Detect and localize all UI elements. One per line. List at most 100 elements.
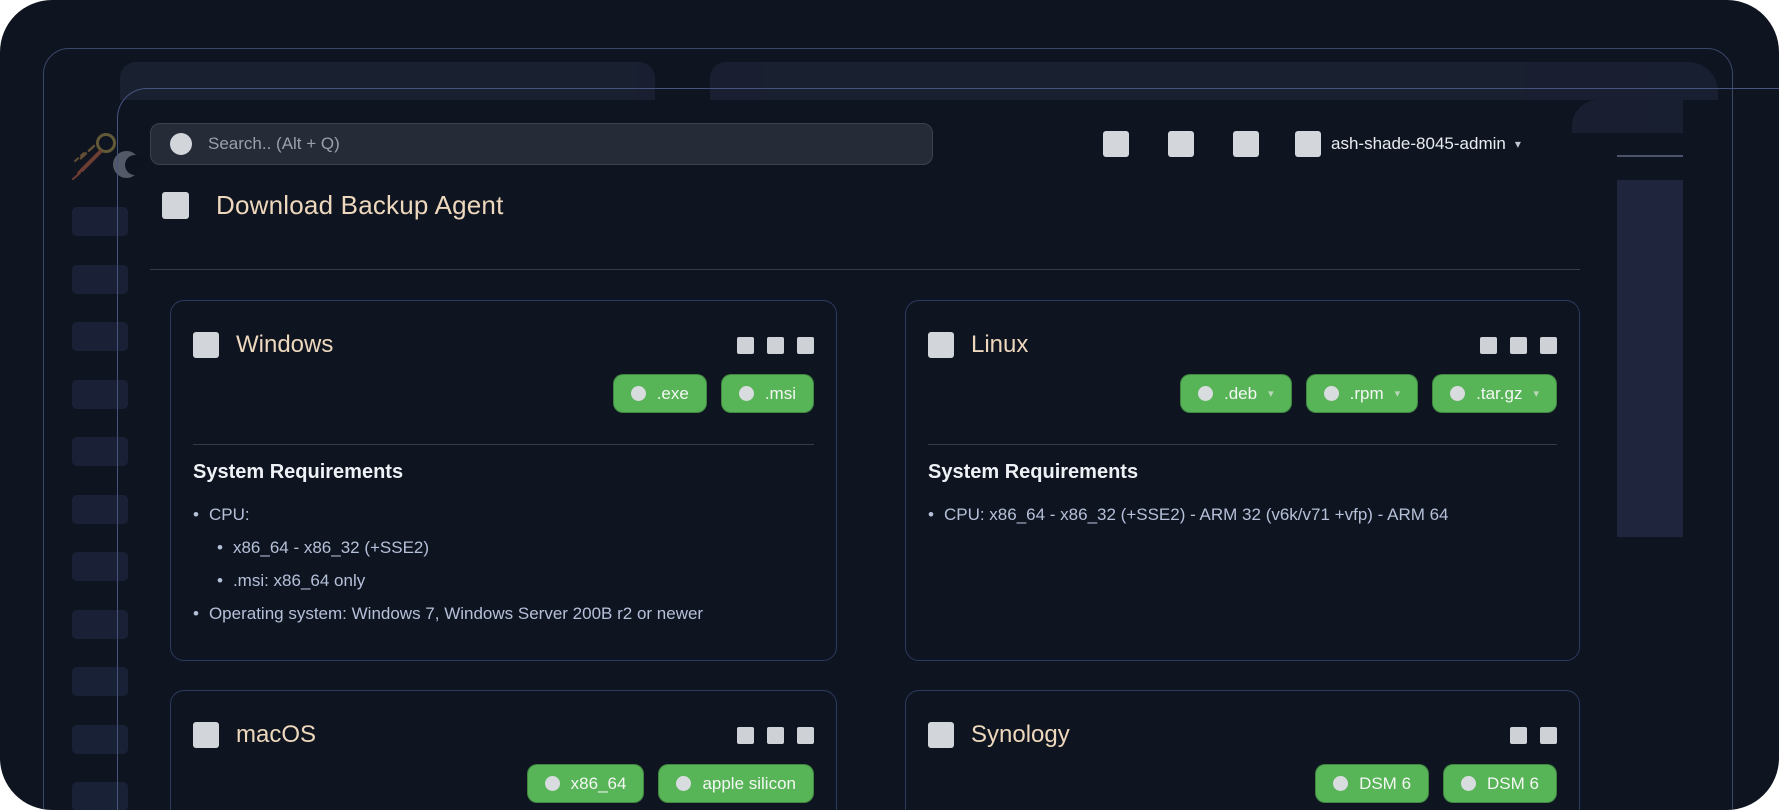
right-panel-skeleton <box>1572 100 1683 133</box>
search-bar[interactable] <box>150 123 933 165</box>
topbar-placeholder-icon[interactable] <box>1168 131 1194 157</box>
package-icon <box>545 776 560 791</box>
download-button-label: .msi <box>765 384 796 404</box>
download-button[interactable]: x86_64 <box>527 764 645 803</box>
bullet-icon: • <box>928 498 934 531</box>
card-action-placeholder-icon[interactable] <box>1480 337 1497 354</box>
download-button-label: DSM 6 <box>1487 774 1539 794</box>
topbar-icons <box>1103 131 1298 157</box>
requirement-item: • Operating system: Windows 7, Windows Se… <box>193 597 814 630</box>
chevron-down-icon: ▾ <box>1533 387 1539 400</box>
platform-icon <box>193 722 219 748</box>
download-buttons: .exe .msi <box>193 374 814 413</box>
sidebar-skeleton-item <box>72 782 128 810</box>
sidebar-skeleton-item <box>72 207 128 236</box>
bullet-icon: • <box>193 597 199 630</box>
search-input[interactable] <box>206 133 932 155</box>
download-button[interactable]: DSM 6 <box>1443 764 1557 803</box>
tab-skeleton <box>120 62 655 100</box>
sidebar-skeleton-item <box>72 380 128 409</box>
card-actions <box>1467 337 1557 354</box>
card-actions <box>1497 727 1557 744</box>
sidebar-skeleton-item <box>72 667 128 696</box>
card-action-placeholder-icon[interactable] <box>797 727 814 744</box>
platform-icon <box>928 332 954 358</box>
chevron-down-icon: ▾ <box>1268 387 1274 400</box>
download-buttons: x86_64 apple silicon <box>193 764 814 803</box>
card-header: macOS <box>193 721 814 749</box>
requirements-heading: System Requirements <box>928 461 1557 484</box>
topbar-placeholder-icon[interactable] <box>1103 131 1129 157</box>
download-buttons: DSM 6 DSM 6 <box>928 764 1557 803</box>
platform-card: Synology DSM 6 DSM 6 <box>905 690 1580 810</box>
requirement-text: x86_64 - x86_32 (+SSE2) <box>233 531 429 564</box>
card-divider <box>193 444 814 445</box>
sidebar-skeleton-item <box>72 265 128 294</box>
card-divider <box>928 444 1557 445</box>
card-title: Synology <box>971 721 1070 749</box>
package-icon <box>631 386 646 401</box>
requirement-item: • CPU: <box>193 498 814 531</box>
requirements-heading: System Requirements <box>193 461 814 484</box>
package-icon <box>1333 776 1348 791</box>
sidebar-skeleton <box>72 207 128 810</box>
requirement-text: .msi: x86_64 only <box>233 564 365 597</box>
bullet-icon: • <box>217 531 223 564</box>
card-actions <box>724 337 814 354</box>
sidebar-skeleton-item <box>72 322 128 351</box>
card-header: Linux <box>928 331 1557 359</box>
platform-card: Linux .deb▾ .rpm▾ .tar.gz▾ System Requiremen… <box>905 300 1580 661</box>
platform-icon <box>193 332 219 358</box>
download-button[interactable]: DSM 6 <box>1315 764 1429 803</box>
requirement-text: CPU: x86_64 - x86_32 (+SSE2) - ARM 32 (v… <box>944 498 1449 531</box>
card-title: Windows <box>236 331 333 359</box>
chevron-down-icon: ▾ <box>1395 387 1401 400</box>
requirement-text: CPU: <box>209 498 250 531</box>
card-action-placeholder-icon[interactable] <box>767 337 784 354</box>
requirement-item: • x86_64 - x86_32 (+SSE2) <box>217 531 814 564</box>
download-button[interactable]: .deb▾ <box>1180 374 1292 413</box>
bullet-icon: • <box>193 498 199 531</box>
bullet-icon: • <box>217 564 223 597</box>
page-heading: Download Backup Agent <box>162 190 504 221</box>
chevron-down-icon: ▾ <box>1515 137 1521 151</box>
requirement-item: • .msi: x86_64 only <box>217 564 814 597</box>
requirement-item: • CPU: x86_64 - x86_32 (+SSE2) - ARM 32 (… <box>928 498 1557 531</box>
right-panel-divider <box>1617 155 1683 157</box>
card-header: Windows <box>193 331 814 359</box>
package-icon <box>1198 386 1213 401</box>
search-icon <box>170 133 192 155</box>
card-action-placeholder-icon[interactable] <box>767 727 784 744</box>
sidebar-skeleton-item <box>72 495 128 524</box>
download-button-label: apple silicon <box>702 774 796 794</box>
card-action-placeholder-icon[interactable] <box>1540 337 1557 354</box>
download-button[interactable]: .rpm▾ <box>1306 374 1419 413</box>
app-canvas: ash-shade-8045-admin ▾ Download Backup A… <box>0 0 1779 810</box>
requirement-text: Operating system: Windows 7, Windows Ser… <box>209 597 703 630</box>
right-panel-skeleton <box>1617 180 1683 537</box>
download-button[interactable]: apple silicon <box>658 764 814 803</box>
tab-skeleton <box>710 62 1718 100</box>
card-action-placeholder-icon[interactable] <box>797 337 814 354</box>
card-action-placeholder-icon[interactable] <box>1540 727 1557 744</box>
package-icon <box>1450 386 1465 401</box>
card-action-placeholder-icon[interactable] <box>1510 727 1527 744</box>
package-icon <box>676 776 691 791</box>
topbar-placeholder-icon[interactable] <box>1233 131 1259 157</box>
platform-card: Windows.exe.msiSystem Requirements•CPU:•… <box>170 300 837 661</box>
card-action-placeholder-icon[interactable] <box>1510 337 1527 354</box>
card-actions <box>724 727 814 744</box>
download-button[interactable]: .msi <box>721 374 814 413</box>
download-button[interactable]: .exe <box>613 374 707 413</box>
card-action-placeholder-icon[interactable] <box>737 727 754 744</box>
heading-divider <box>150 269 1580 270</box>
page-title-icon <box>162 192 189 219</box>
user-menu[interactable]: ash-shade-8045-admin ▾ <box>1295 128 1521 160</box>
sidebar-skeleton-item <box>72 552 128 581</box>
sidebar-skeleton-item <box>72 725 128 754</box>
download-button-label: x86_64 <box>571 774 627 794</box>
system-requirements: System Requirements•CPU:•x86_64 - x86_32… <box>193 461 814 630</box>
package-icon <box>1461 776 1476 791</box>
download-button[interactable]: .tar.gz▾ <box>1432 374 1557 413</box>
card-action-placeholder-icon[interactable] <box>737 337 754 354</box>
